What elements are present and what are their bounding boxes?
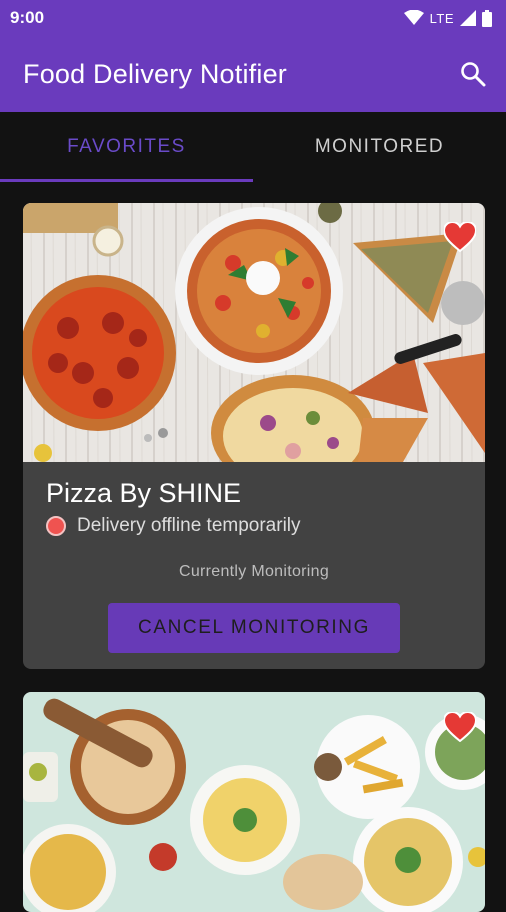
app-bar: Food Delivery Notifier xyxy=(0,36,506,112)
monitoring-label: Currently Monitoring xyxy=(178,563,330,580)
favorite-heart-icon[interactable] xyxy=(444,712,476,742)
search-icon[interactable] xyxy=(460,61,486,87)
card-body: Pizza By SHINE Delivery offline temporar… xyxy=(23,462,485,653)
delivery-status: Delivery offline temporarily xyxy=(46,515,462,537)
restaurant-image xyxy=(23,203,485,462)
restaurant-image xyxy=(23,692,485,912)
restaurant-card[interactable] xyxy=(23,692,485,912)
tab-favorites[interactable]: FAVORITES xyxy=(0,112,253,182)
signal-icon xyxy=(460,10,476,26)
restaurant-card[interactable]: Pizza By SHINE Delivery offline temporar… xyxy=(23,203,485,669)
tab-indicator xyxy=(0,179,253,182)
status-icons: LTE xyxy=(403,9,492,27)
restaurant-name: Pizza By SHINE xyxy=(46,478,242,508)
status-time: 9:00 xyxy=(10,8,45,27)
network-type: LTE xyxy=(429,10,454,26)
status-bar: 9:00 LTE xyxy=(0,0,506,36)
cancel-monitoring-button[interactable]: CANCEL MONITORING xyxy=(108,603,400,653)
favorite-heart-icon[interactable] xyxy=(444,222,476,252)
status-indicator-icon xyxy=(46,516,66,536)
app-title: Food Delivery Notifier xyxy=(23,58,287,89)
tab-bar: FAVORITES MONITORED xyxy=(0,112,506,182)
wifi-icon xyxy=(403,10,424,25)
tab-monitored[interactable]: MONITORED xyxy=(253,112,506,182)
delivery-status-text: Delivery offline temporarily xyxy=(77,515,301,536)
battery-icon xyxy=(482,9,492,27)
